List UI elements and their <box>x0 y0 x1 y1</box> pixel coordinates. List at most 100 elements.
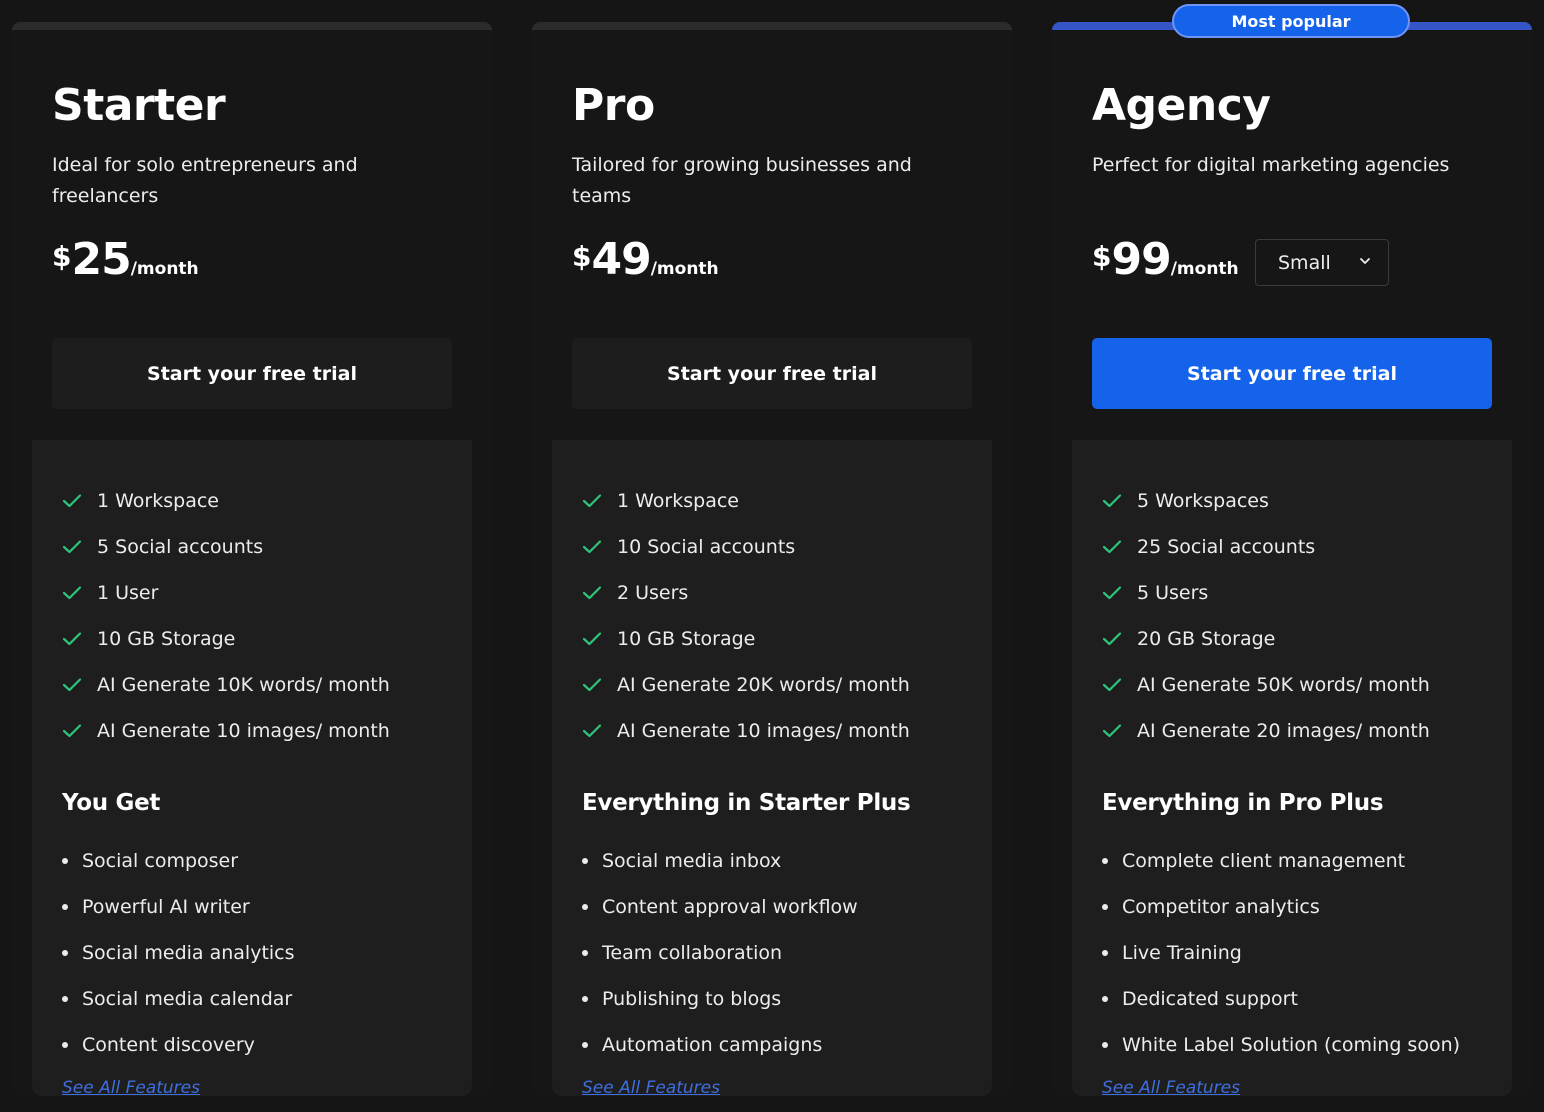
card-top-border <box>12 22 492 30</box>
feature-label: 10 GB Storage <box>617 628 756 650</box>
check-icon <box>62 540 82 554</box>
include-label: Competitor analytics <box>1122 896 1320 918</box>
list-item: AI Generate 20K words/ month <box>582 662 910 708</box>
includes-heading: Everything in Starter Plus <box>582 790 911 816</box>
include-label: Social composer <box>82 850 239 872</box>
bullet-icon <box>582 996 588 1002</box>
check-icon <box>62 494 82 508</box>
include-label: Live Training <box>1122 942 1242 964</box>
check-icon <box>582 586 602 600</box>
bullet-icon <box>582 950 588 956</box>
feature-label: 1 Workspace <box>617 490 739 512</box>
bullet-icon <box>582 904 588 910</box>
list-item: Content approval workflow <box>582 884 858 930</box>
feature-list: 1 Workspace 10 Social accounts 2 Users 1… <box>582 478 910 754</box>
includes-list: Social media inbox Content approval work… <box>582 838 858 1068</box>
includes-heading: Everything in Pro Plus <box>1102 790 1384 816</box>
include-label: Content approval workflow <box>602 896 858 918</box>
check-icon <box>1102 494 1122 508</box>
price-currency: $ <box>572 240 592 273</box>
feature-label: AI Generate 50K words/ month <box>1137 674 1430 696</box>
list-item: White Label Solution (coming soon) <box>1102 1022 1460 1068</box>
feature-label: 10 GB Storage <box>97 628 236 650</box>
bullet-icon <box>1102 996 1108 1002</box>
plan-title: Starter <box>52 80 226 131</box>
plan-card-agency: Most popular 5 Workspaces 25 Social acco… <box>1052 4 1532 1098</box>
check-icon <box>1102 632 1122 646</box>
bullet-icon <box>62 950 68 956</box>
includes-heading: You Get <box>62 790 161 816</box>
bullet-icon <box>62 904 68 910</box>
plan-price: $ 25 /month <box>52 234 199 285</box>
feature-list: 1 Workspace 5 Social accounts 1 User 10 … <box>62 478 390 754</box>
list-item: 25 Social accounts <box>1102 524 1430 570</box>
start-trial-button[interactable]: Start your free trial <box>1092 338 1492 409</box>
list-item: Social composer <box>62 838 295 884</box>
list-item: 1 Workspace <box>62 478 390 524</box>
see-all-features-link[interactable]: See All Features <box>582 1078 720 1098</box>
chevron-down-icon <box>1360 258 1370 264</box>
see-all-features-link[interactable]: See All Features <box>1102 1078 1240 1098</box>
include-label: Dedicated support <box>1122 988 1298 1010</box>
bullet-icon <box>1102 858 1108 864</box>
feature-label: 20 GB Storage <box>1137 628 1276 650</box>
check-icon <box>582 540 602 554</box>
price-period: /month <box>650 259 719 279</box>
price-amount: 25 <box>71 234 131 285</box>
include-label: Complete client management <box>1122 850 1406 872</box>
check-icon <box>62 586 82 600</box>
card-features-panel: 1 Workspace 10 Social accounts 2 Users 1… <box>552 440 992 1098</box>
bullet-icon <box>1102 950 1108 956</box>
feature-label: AI Generate 10K words/ month <box>97 674 390 696</box>
list-item: AI Generate 10 images/ month <box>582 708 910 754</box>
plan-title: Pro <box>572 80 655 131</box>
select-value: Small <box>1278 251 1331 274</box>
feature-label: 25 Social accounts <box>1137 536 1316 558</box>
list-item: Competitor analytics <box>1102 884 1460 930</box>
list-item: AI Generate 10K words/ month <box>62 662 390 708</box>
check-icon <box>1102 586 1122 600</box>
feature-label: 1 Workspace <box>97 490 219 512</box>
check-icon <box>582 724 602 738</box>
bullet-icon <box>582 858 588 864</box>
include-label: Publishing to blogs <box>602 988 782 1010</box>
plan-description: Perfect for digital marketing agencies <box>1092 154 1450 176</box>
list-item: Powerful AI writer <box>62 884 295 930</box>
price-amount: 49 <box>591 234 651 285</box>
feature-label: 5 Users <box>1137 582 1209 604</box>
list-item: 10 GB Storage <box>62 616 390 662</box>
list-item: AI Generate 50K words/ month <box>1102 662 1430 708</box>
price-currency: $ <box>1092 240 1112 273</box>
see-all-features-link[interactable]: See All Features <box>62 1078 200 1098</box>
list-item: 5 Workspaces <box>1102 478 1430 524</box>
list-item: Team collaboration <box>582 930 858 976</box>
list-item: Automation campaigns <box>582 1022 858 1068</box>
list-item: Social media calendar <box>62 976 295 1022</box>
list-item: 20 GB Storage <box>1102 616 1430 662</box>
feature-label: 1 User <box>97 582 159 604</box>
start-trial-button[interactable]: Start your free trial <box>52 338 452 409</box>
card-top-border <box>532 22 1012 30</box>
list-item: 1 User <box>62 570 390 616</box>
check-icon <box>1102 540 1122 554</box>
list-item: Content discovery <box>62 1022 295 1068</box>
most-popular-badge: Most popular <box>1172 4 1410 38</box>
include-label: Social media inbox <box>602 850 782 872</box>
agency-size-select[interactable]: Small <box>1255 239 1389 286</box>
start-trial-button[interactable]: Start your free trial <box>572 338 972 409</box>
include-label: Team collaboration <box>602 942 783 964</box>
list-item: AI Generate 10 images/ month <box>62 708 390 754</box>
check-icon <box>62 632 82 646</box>
include-label: Powerful AI writer <box>82 896 250 918</box>
include-label: Content discovery <box>82 1034 255 1056</box>
plan-description: Tailored for growing businesses and team… <box>572 154 912 207</box>
feature-label: 10 Social accounts <box>617 536 796 558</box>
feature-label: 5 Workspaces <box>1137 490 1269 512</box>
price-period: /month <box>130 259 199 279</box>
check-icon <box>1102 724 1122 738</box>
feature-label: 2 Users <box>617 582 689 604</box>
check-icon <box>62 678 82 692</box>
feature-label: AI Generate 10 images/ month <box>97 720 390 742</box>
check-icon <box>62 724 82 738</box>
list-item: Dedicated support <box>1102 976 1460 1022</box>
